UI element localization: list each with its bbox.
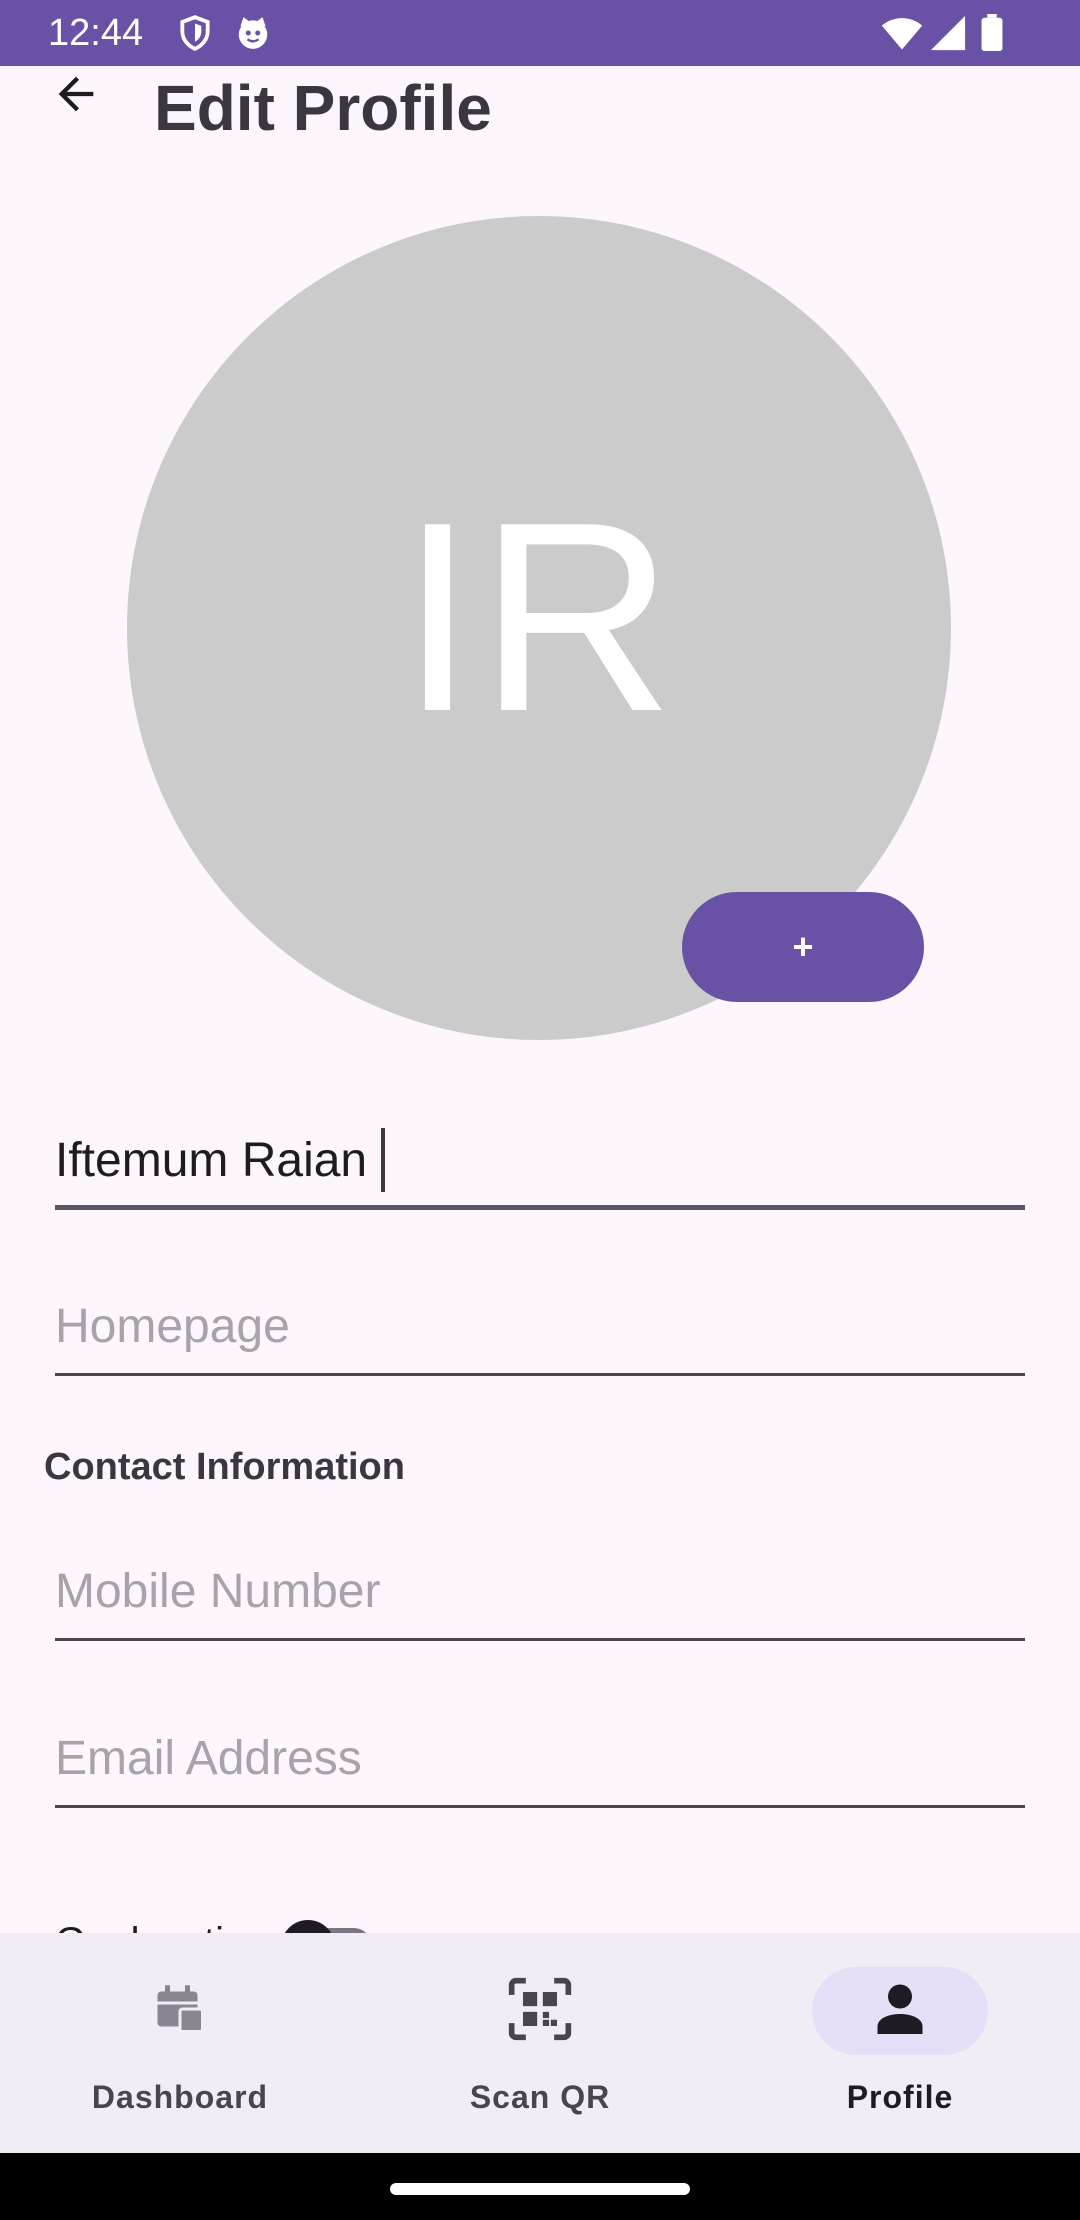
qr-scan-icon: [506, 1975, 574, 2048]
system-navigation-bar: [0, 2153, 1080, 2220]
nav-item-dashboard[interactable]: Dashboard: [0, 1933, 360, 2153]
nav-item-profile[interactable]: Profile: [720, 1933, 1080, 2153]
name-field-underline: [55, 1205, 1025, 1210]
mobile-number-input[interactable]: [55, 1551, 1025, 1631]
status-time: 12:44: [48, 12, 144, 54]
homepage-field[interactable]: [55, 1286, 1025, 1376]
back-button[interactable]: [44, 64, 108, 128]
avatar-initials: IR: [400, 467, 678, 768]
person-icon: [870, 1979, 930, 2044]
homepage-field-underline: [55, 1373, 1025, 1376]
nav-icon-container-active: [812, 1967, 988, 2055]
arrow-back-icon: [50, 68, 102, 125]
nav-label-profile: Profile: [846, 2079, 954, 2115]
home-indicator[interactable]: [390, 2183, 690, 2195]
email-field-underline: [55, 1805, 1025, 1808]
text-caret: [381, 1128, 385, 1192]
add-photo-button[interactable]: +: [682, 892, 924, 1002]
bottom-navigation: Dashboard Scan QR Profile: [0, 1933, 1080, 2153]
dashboard-calendar-icon: [150, 1979, 210, 2044]
nav-item-scan-qr[interactable]: Scan QR: [360, 1933, 720, 2153]
name-field[interactable]: [55, 1120, 1025, 1210]
nav-label-scan-qr: Scan QR: [469, 2079, 611, 2115]
nav-icon-container: [92, 1967, 268, 2055]
nav-label-dashboard: Dashboard: [91, 2079, 269, 2115]
mobile-field-underline: [55, 1638, 1025, 1641]
wifi-icon: [880, 14, 924, 52]
shield-icon: [176, 14, 214, 52]
nav-icon-container: [452, 1967, 628, 2055]
status-bar: 12:44: [0, 0, 1080, 66]
email-input[interactable]: [55, 1718, 1025, 1798]
email-field[interactable]: [55, 1718, 1025, 1808]
page-title: Edit Profile: [154, 72, 492, 144]
mobile-number-field[interactable]: [55, 1551, 1025, 1641]
section-title-contact: Contact Information: [44, 1446, 405, 1488]
cat-icon: [234, 14, 272, 52]
name-input[interactable]: [55, 1120, 1025, 1200]
signal-icon: [928, 14, 968, 52]
homepage-input[interactable]: [55, 1286, 1025, 1366]
battery-icon: [980, 14, 1004, 52]
